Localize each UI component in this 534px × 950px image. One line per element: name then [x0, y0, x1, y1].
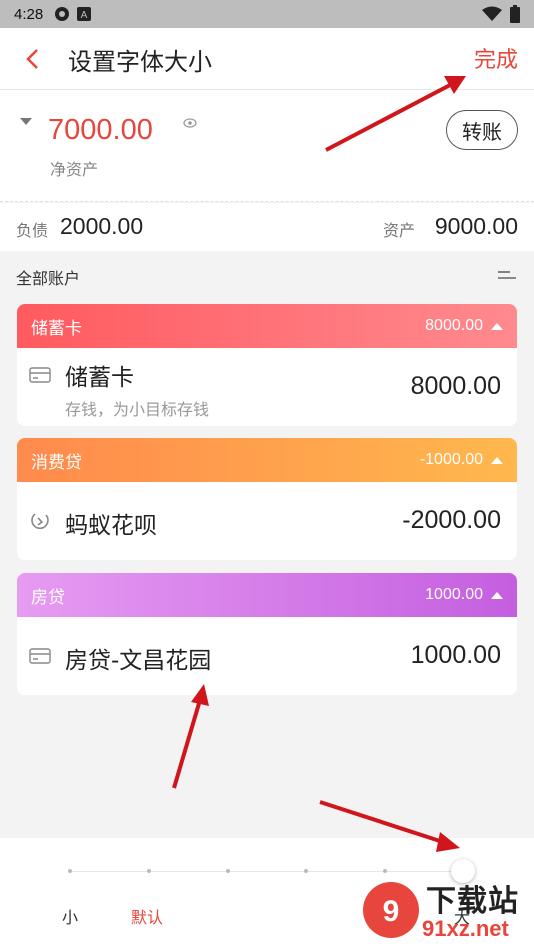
slider-step-dot[interactable] — [226, 869, 230, 873]
totals-row: 负债 2000.00 资产 9000.00 — [0, 203, 534, 251]
liabilities-value: 2000.00 — [60, 213, 144, 239]
net-assets-value: 7000.00 — [48, 114, 153, 146]
account-row[interactable]: 蚂蚁花呗 -2000.00 — [17, 482, 517, 560]
size-small-label[interactable]: 小 — [62, 904, 78, 928]
group-amount: -1000.00 — [419, 451, 483, 468]
group-amount: 8000.00 — [425, 317, 483, 334]
account-group-consumer-loan: 消费贷 -1000.00 蚂蚁花呗 -2000.00 — [17, 438, 517, 560]
eye-icon[interactable] — [183, 118, 197, 128]
caret-up-icon — [491, 591, 503, 599]
svg-text:A: A — [81, 10, 88, 21]
battery-icon — [510, 5, 520, 23]
account-value: 8000.00 — [410, 372, 501, 400]
wifi-icon — [482, 6, 502, 21]
caret-up-icon — [491, 456, 503, 464]
group-header[interactable]: 房贷 1000.00 — [17, 573, 517, 617]
account-group-savings: 储蓄卡 8000.00 储蓄卡 存钱，为小目标存钱 8000.00 — [17, 304, 517, 426]
gear-status-icon — [55, 7, 70, 21]
assets-value: 9000.00 — [434, 213, 518, 239]
all-accounts-label: 全部账户 — [16, 269, 81, 288]
group-amount: 1000.00 — [425, 586, 483, 603]
accounts-section-header: 全部账户 — [0, 253, 534, 299]
sort-menu-icon[interactable] — [496, 269, 518, 281]
group-name: 储蓄卡 — [31, 318, 82, 339]
account-value: -2000.00 — [402, 506, 501, 534]
svg-text:9: 9 — [383, 895, 400, 928]
arrow-to-list — [172, 684, 209, 789]
account-name: 蚂蚁花呗 — [65, 513, 157, 539]
watermark-bottom-text: 91xz.net — [422, 916, 509, 941]
transfer-button[interactable]: 转账 — [446, 110, 518, 150]
card-icon — [29, 367, 51, 383]
a-status-icon: A — [77, 7, 92, 21]
account-name: 储蓄卡 — [65, 365, 134, 391]
status-time: 4:28 — [14, 5, 44, 23]
slider-step-dot[interactable] — [147, 869, 151, 873]
account-name: 房贷-文昌花园 — [65, 648, 212, 674]
account-row[interactable]: 房贷-文昌花园 1000.00 — [17, 617, 517, 695]
huabei-icon — [31, 513, 49, 530]
watermark-top-text: 下载站 — [426, 884, 519, 919]
group-name: 房贷 — [31, 587, 65, 608]
slider-step-dot[interactable] — [383, 869, 387, 873]
liabilities-label: 负债 — [16, 221, 49, 240]
slider-step-dot[interactable] — [304, 869, 308, 873]
group-header[interactable]: 储蓄卡 8000.00 — [17, 304, 517, 348]
chevron-left-icon — [26, 49, 38, 69]
account-value: 1000.00 — [410, 641, 501, 669]
account-group-mortgage: 房贷 1000.00 房贷-文昌花园 1000.00 — [17, 573, 517, 695]
page-title: 设置字体大小 — [68, 48, 212, 76]
account-row[interactable]: 储蓄卡 存钱，为小目标存钱 8000.00 — [17, 348, 517, 426]
done-button[interactable]: 完成 — [474, 42, 518, 74]
size-default-label[interactable]: 默认 — [131, 904, 163, 928]
status-bar: 4:28 A — [0, 0, 534, 28]
app-bar: 设置字体大小 完成 — [0, 28, 534, 90]
caret-up-icon — [491, 322, 503, 330]
net-assets-label: 净资产 — [50, 160, 99, 179]
account-subtitle: 存钱，为小目标存钱 — [65, 400, 210, 419]
group-header[interactable]: 消费贷 -1000.00 — [17, 438, 517, 482]
net-assets-summary: 7000.00 净资产 转账 — [0, 90, 534, 202]
collapse-triangle-icon[interactable] — [20, 118, 32, 125]
slider-step-dot[interactable] — [68, 869, 72, 873]
card-icon — [29, 648, 51, 664]
font-size-slider-track[interactable] — [70, 871, 464, 872]
watermark-badge-icon: 9 — [363, 882, 419, 938]
group-name: 消费贷 — [31, 452, 82, 473]
assets-label: 资产 — [383, 221, 416, 240]
divider — [0, 201, 534, 202]
back-button[interactable] — [18, 45, 46, 73]
watermark-logo: 9 下载站 91xz.net — [360, 876, 528, 946]
